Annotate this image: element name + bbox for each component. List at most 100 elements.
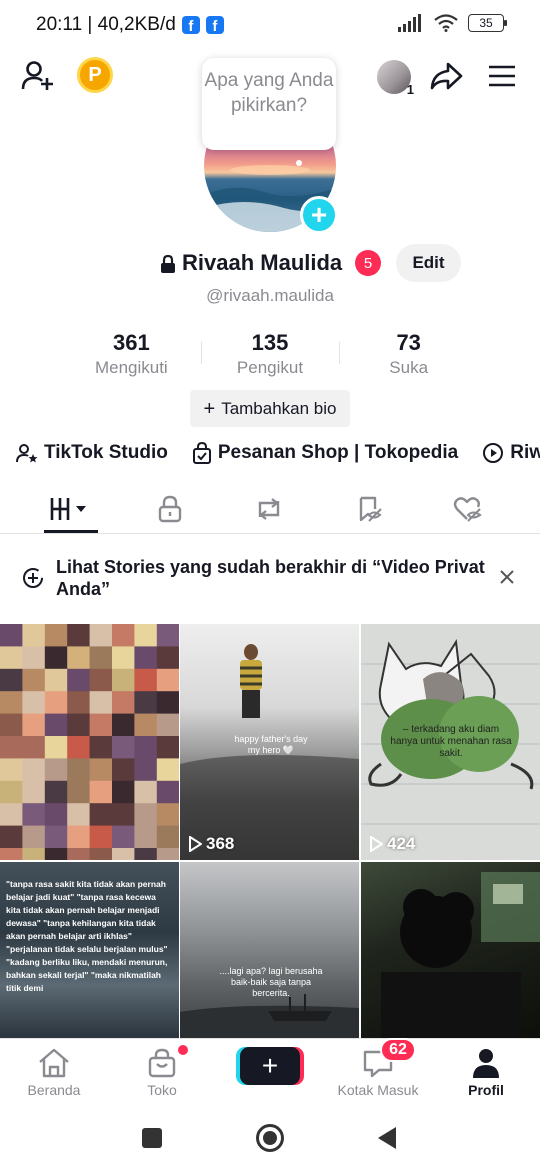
recent-apps-button[interactable]	[142, 1128, 162, 1148]
video-tile[interactable]: ....lagi apa? lagi berusaha baik-baik sa…	[180, 862, 359, 1038]
video-caption: happy father's day my hero 🤍	[234, 734, 308, 755]
mosaic-pixel	[134, 646, 158, 670]
mosaic-pixel	[22, 758, 46, 782]
back-triangle-icon	[378, 1127, 396, 1149]
stories-banner[interactable]: Lihat Stories yang sudah berakhir di “Vi…	[0, 548, 540, 608]
menu-button[interactable]	[482, 58, 522, 94]
link-label: Pesanan Shop | Tokopedia	[217, 442, 459, 463]
facebook-notification-icon: f	[181, 16, 200, 34]
video-tile[interactable]: happy father's day my hero 🤍 368	[180, 624, 359, 860]
mosaic-pixel	[44, 758, 68, 782]
home-button[interactable]	[256, 1124, 284, 1152]
add-person-icon	[21, 61, 53, 90]
profile-handle: @rivaah.maulida	[206, 286, 334, 305]
share-icon	[430, 62, 463, 90]
video-tile[interactable]: "tanpa rasa sakit kita tidak akan pernah…	[0, 862, 179, 1038]
mosaic-pixel	[0, 713, 23, 737]
account-notif-count: 1	[406, 82, 414, 97]
add-bio-button[interactable]: + Tambahkan bio	[190, 390, 350, 427]
add-bio-label: Tambahkan bio	[221, 398, 337, 418]
tab-videos[interactable]	[36, 484, 106, 534]
back-button[interactable]	[376, 1126, 398, 1155]
mosaic-pixel	[156, 825, 179, 849]
mosaic-pixel	[112, 668, 135, 692]
nav-profile[interactable]: Profil	[436, 1039, 536, 1103]
mosaic-pixel	[0, 736, 23, 759]
link-shop-orders[interactable]: Pesanan Shop | Tokopedia	[192, 442, 458, 464]
status-right: 35	[398, 14, 507, 32]
hamburger-menu-icon	[489, 65, 515, 87]
mosaic-pixel	[22, 803, 46, 827]
stat-following[interactable]: 361 Mengikuti	[62, 330, 201, 380]
stat-value: 361	[112, 330, 150, 355]
tab-liked[interactable]	[433, 484, 503, 534]
stat-label: Pengikut	[236, 358, 304, 377]
stat-label: Suka	[389, 358, 429, 377]
create-button[interactable]: +	[240, 1047, 300, 1085]
mosaic-pixel	[112, 758, 135, 782]
mosaic-pixel	[89, 646, 113, 670]
mosaic-pixel	[112, 624, 135, 647]
account-switch-button[interactable]: 1	[374, 57, 414, 97]
status-time-data: 20:11 | 40,2KB/d	[36, 14, 176, 35]
mosaic-pixel	[112, 848, 135, 860]
stat-followers[interactable]: 135 Pengikut	[200, 330, 340, 380]
mosaic-pixel	[22, 624, 46, 647]
link-label: TikTok Studio	[44, 442, 168, 463]
lock-icon	[161, 254, 175, 273]
mosaic-pixel	[0, 825, 23, 849]
repost-icon	[258, 498, 280, 520]
mosaic-pixel	[134, 713, 158, 737]
home-icon	[39, 1048, 69, 1078]
edit-profile-button[interactable]: Edit	[396, 244, 461, 282]
thought-bubble[interactable]: Apa yang Anda pikirkan?	[202, 58, 336, 150]
plus-icon: +	[261, 1050, 279, 1081]
share-profile-button[interactable]	[426, 58, 466, 94]
mosaic-pixel	[67, 646, 91, 670]
signal-icon	[398, 14, 421, 32]
mosaic-pixel	[112, 691, 135, 715]
mosaic-pixel	[134, 624, 158, 647]
add-story-button[interactable]: +	[300, 196, 338, 234]
mosaic-pixel	[156, 803, 179, 827]
nav-home[interactable]: Beranda	[4, 1039, 104, 1103]
tab-private[interactable]	[135, 484, 205, 534]
mosaic-pixel	[67, 736, 91, 759]
link-tiktok-studio[interactable]: TikTok Studio	[16, 442, 168, 464]
stat-value: 73	[396, 330, 421, 355]
inbox-badge: 62	[380, 1038, 416, 1062]
bookmark-hidden-icon	[359, 496, 382, 522]
mosaic-pixel	[44, 713, 68, 737]
video-tile[interactable]: – terkadang aku diam hanya untuk menahan…	[361, 624, 540, 860]
mosaic-pixel	[67, 713, 91, 737]
mosaic-pixel	[22, 668, 46, 692]
nav-label: Profil	[468, 1082, 504, 1098]
mosaic-pixel	[156, 713, 179, 737]
nav-inbox[interactable]: 62 Kotak Masuk	[328, 1038, 428, 1103]
mosaic-pixel	[112, 825, 135, 849]
tab-saved[interactable]	[334, 484, 404, 534]
add-friend-button[interactable]	[20, 58, 56, 94]
coins-button[interactable]: P	[77, 57, 113, 93]
nav-label: Beranda	[27, 1082, 81, 1098]
stat-likes[interactable]: 73 Suka	[339, 330, 478, 380]
mosaic-pixel	[67, 624, 91, 647]
notification-badge[interactable]: 5	[355, 250, 381, 276]
mosaic-pixel	[22, 736, 46, 759]
mosaic-pixel	[0, 780, 23, 804]
mosaic-pixel	[89, 848, 113, 860]
mosaic-pixel	[0, 848, 23, 860]
video-tile[interactable]	[0, 624, 179, 860]
plus-icon: +	[203, 397, 216, 420]
mosaic-pixel	[0, 668, 23, 692]
link-history[interactable]: Riwa	[482, 442, 540, 464]
mosaic-pixel	[156, 646, 179, 670]
tab-reposts[interactable]	[234, 484, 304, 534]
video-tile[interactable]	[361, 862, 540, 1038]
nav-shop[interactable]: Toko	[112, 1039, 212, 1103]
mosaic-pixel	[44, 646, 68, 670]
mosaic-pixel	[112, 713, 135, 737]
thought-bubble-text: Apa yang Anda pikirkan?	[204, 70, 334, 116]
mosaic-pixel	[44, 848, 68, 860]
close-banner-button[interactable]	[494, 564, 520, 590]
